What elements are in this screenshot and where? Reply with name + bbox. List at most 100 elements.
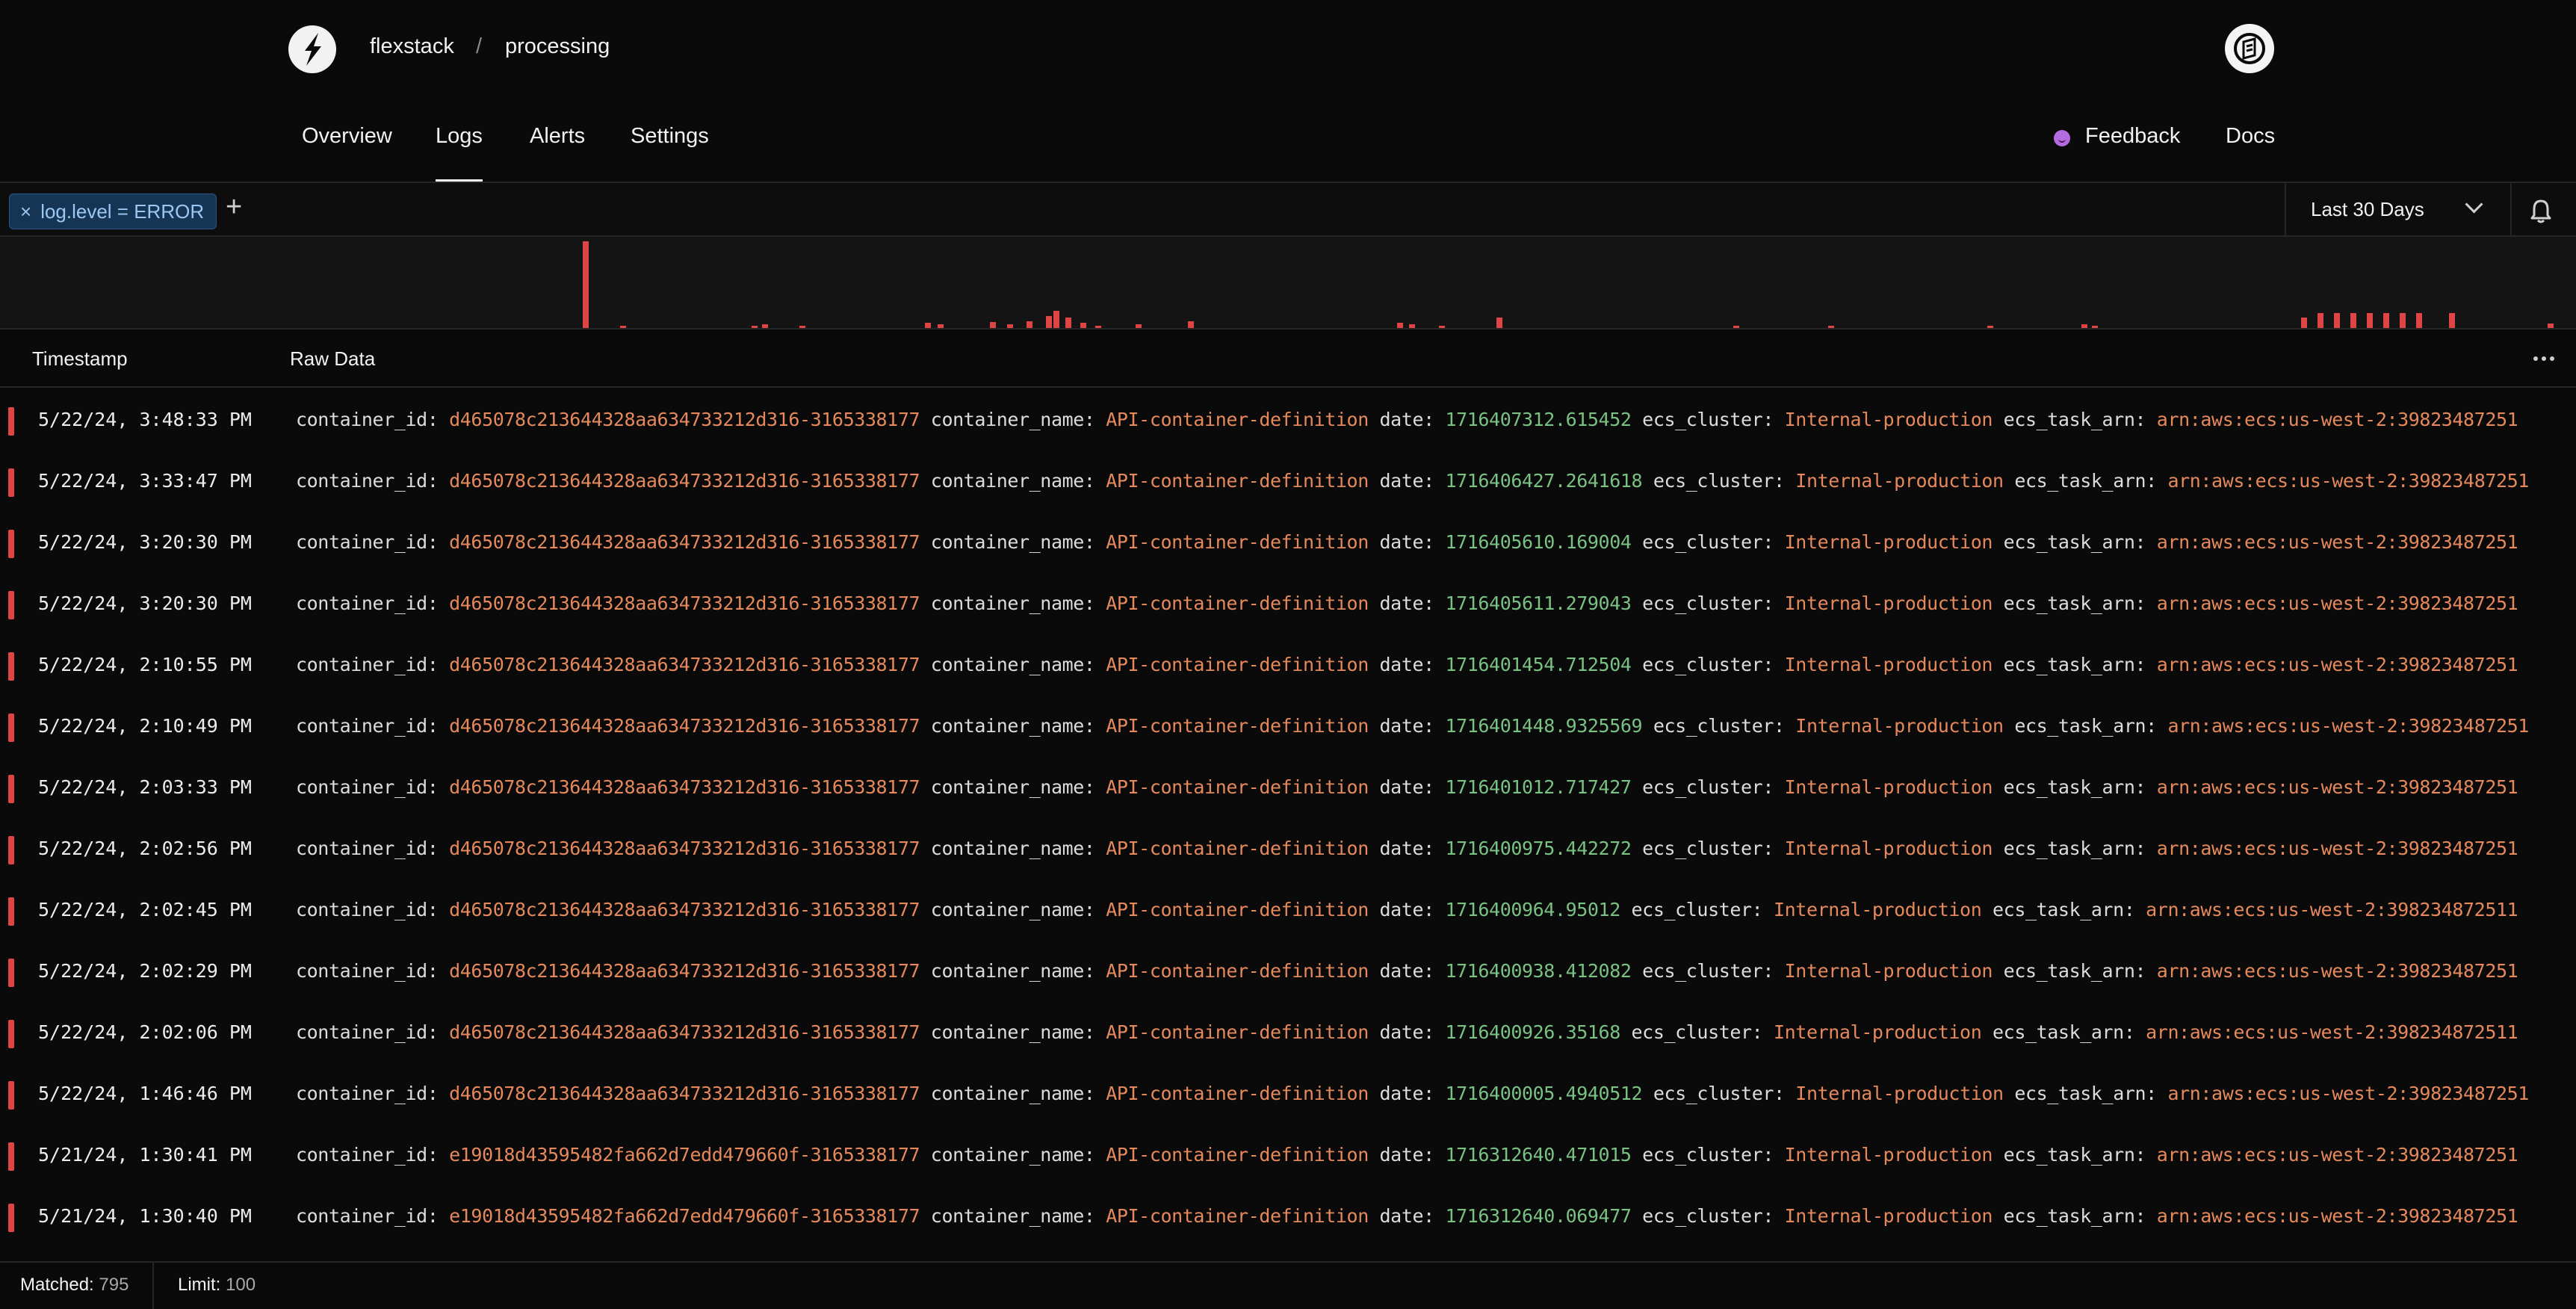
histogram-bar[interactable] — [583, 241, 589, 328]
histogram-bar[interactable] — [938, 324, 944, 328]
more-horizontal-icon[interactable] — [2533, 356, 2556, 362]
log-field-key: ecs_cluster: — [1642, 1144, 1785, 1166]
log-row[interactable]: 5/22/24, 2:02:56 PM container_id: d465078… — [0, 818, 2576, 879]
log-row[interactable]: 5/22/24, 2:10:49 PM container_id: d465078… — [0, 696, 2576, 757]
histogram-bar[interactable] — [1065, 318, 1071, 328]
tab-alerts[interactable]: Alerts — [530, 124, 585, 149]
log-field-container-name: API-container-definition — [1106, 654, 1369, 675]
log-raw-data: container_id: e19018d43595482fa662d7edd4… — [296, 1144, 2518, 1166]
histogram-bar[interactable] — [1136, 324, 1142, 328]
log-field-key: container_name: — [930, 1021, 1106, 1043]
histogram-bar[interactable] — [762, 324, 768, 328]
log-row[interactable]: 5/22/24, 2:02:45 PM container_id: d465078… — [0, 879, 2576, 941]
log-row[interactable]: 5/22/24, 2:03:33 PM container_id: d465078… — [0, 757, 2576, 818]
log-volume-histogram[interactable] — [0, 237, 2576, 329]
log-field-key: container_name: — [930, 654, 1106, 675]
log-field-container-id: d465078c213644328aa634733212d316-3165338… — [449, 838, 920, 859]
histogram-bar[interactable] — [1828, 326, 1834, 328]
user-avatar-icon[interactable] — [2225, 24, 2274, 73]
log-field-date: 1716407312.615452 — [1445, 409, 1632, 430]
log-row[interactable]: 5/21/24, 1:30:41 PM container_id: e19018d… — [0, 1124, 2576, 1186]
log-field-ecs-task-arn: arn:aws:ecs:us-west-2:398234872511 — [2146, 1021, 2518, 1043]
tab-settings[interactable]: Settings — [631, 124, 709, 149]
log-field-ecs-task-arn: arn:aws:ecs:us-west-2:39823487251 — [2156, 531, 2518, 553]
histogram-bar[interactable] — [925, 323, 931, 328]
log-row[interactable]: 5/22/24, 3:20:30 PM container_id: d465078… — [0, 512, 2576, 573]
time-range-select[interactable]: Last 30 Days — [2285, 183, 2512, 235]
breadcrumb-separator: / — [476, 34, 483, 58]
filter-chip[interactable]: × log.level = ERROR — [9, 194, 217, 229]
feedback-button[interactable]: Feedback — [2085, 124, 2180, 149]
histogram-bar[interactable] — [990, 322, 996, 328]
histogram-bar[interactable] — [2092, 326, 2098, 328]
log-row[interactable]: 5/22/24, 2:10:55 PM container_id: d465078… — [0, 634, 2576, 696]
histogram-bar[interactable] — [2318, 313, 2323, 328]
log-raw-data: container_id: d465078c213644328aa6347332… — [296, 899, 2518, 920]
table-header: Timestamp Raw Data — [0, 329, 2576, 388]
log-row[interactable]: 5/22/24, 2:02:06 PM container_id: d465078… — [0, 1002, 2576, 1063]
log-row[interactable]: 5/22/24, 1:46:46 PM container_id: d465078… — [0, 1063, 2576, 1124]
histogram-bar[interactable] — [1095, 326, 1101, 328]
histogram-bar[interactable] — [1733, 326, 1739, 328]
histogram-bar[interactable] — [2301, 318, 2307, 328]
log-row[interactable]: 5/22/24, 3:33:47 PM container_id: d465078… — [0, 451, 2576, 512]
docs-link[interactable]: Docs — [2226, 124, 2275, 149]
log-row[interactable]: 5/22/24, 3:48:33 PM container_id: d465078… — [0, 389, 2576, 451]
histogram-bar[interactable] — [1007, 324, 1013, 328]
histogram-bar[interactable] — [1046, 316, 1052, 328]
log-field-key: container_name: — [930, 838, 1106, 859]
log-level-indicator — [8, 714, 14, 742]
log-field-key: container_id: — [296, 409, 450, 430]
log-field-key: container_id: — [296, 960, 450, 982]
log-row[interactable]: 5/22/24, 3:20:30 PM container_id: d465078… — [0, 573, 2576, 634]
histogram-bar[interactable] — [2416, 313, 2422, 328]
log-field-ecs-cluster: Internal-production — [1795, 1083, 2004, 1104]
tab-overview[interactable]: Overview — [302, 124, 392, 149]
histogram-bar[interactable] — [1987, 326, 1993, 328]
histogram-bar[interactable] — [2548, 324, 2554, 328]
bell-icon[interactable] — [2525, 195, 2557, 226]
histogram-bar[interactable] — [1188, 321, 1194, 328]
log-field-container-name: API-container-definition — [1106, 531, 1369, 553]
histogram-bar[interactable] — [620, 326, 626, 328]
log-field-ecs-task-arn: arn:aws:ecs:us-west-2:39823487251 — [2167, 1083, 2529, 1104]
log-field-date: 1716401448.9325569 — [1445, 715, 1643, 737]
histogram-bar[interactable] — [1027, 321, 1032, 328]
breadcrumb-project[interactable]: processing — [505, 34, 610, 59]
histogram-bar[interactable] — [1080, 323, 1086, 328]
plus-icon[interactable]: + — [226, 193, 242, 221]
histogram-bar[interactable] — [1439, 326, 1445, 328]
histogram-bar[interactable] — [2400, 313, 2406, 328]
histogram-bar[interactable] — [1496, 318, 1502, 328]
breadcrumb-org[interactable]: flexstack — [370, 34, 454, 59]
histogram-bar[interactable] — [2350, 313, 2356, 328]
log-row[interactable]: 5/22/24, 2:02:29 PM container_id: d465078… — [0, 941, 2576, 1002]
close-icon[interactable]: × — [20, 202, 31, 221]
histogram-bar[interactable] — [1397, 323, 1403, 328]
column-header-raw-data[interactable]: Raw Data — [290, 347, 375, 371]
log-field-key: ecs_cluster: — [1631, 1021, 1774, 1043]
histogram-bar[interactable] — [752, 326, 758, 328]
log-field-key: ecs_cluster: — [1631, 899, 1774, 920]
log-field-key: date: — [1379, 1205, 1446, 1227]
histogram-bar[interactable] — [799, 326, 805, 328]
log-field-container-id: d465078c213644328aa634733212d316-3165338… — [449, 531, 920, 553]
flexstack-logo-icon[interactable] — [288, 25, 336, 73]
histogram-bar[interactable] — [2334, 313, 2340, 328]
log-field-key: ecs_task_arn: — [2003, 654, 2157, 675]
log-row[interactable]: 5/21/24, 1:30:40 PM container_id: e19018d… — [0, 1186, 2576, 1247]
column-header-timestamp[interactable]: Timestamp — [32, 347, 128, 371]
log-field-key: date: — [1379, 1144, 1446, 1166]
log-field-key: date: — [1379, 1083, 1446, 1104]
log-field-key: ecs_task_arn: — [2003, 409, 2157, 430]
histogram-bar[interactable] — [2383, 313, 2389, 328]
log-field-key: date: — [1379, 899, 1446, 920]
log-field-ecs-cluster: Internal-production — [1784, 654, 1993, 675]
histogram-bar[interactable] — [2449, 313, 2455, 328]
log-field-container-id: d465078c213644328aa634733212d316-3165338… — [449, 409, 920, 430]
histogram-bar[interactable] — [1409, 324, 1415, 328]
tab-logs[interactable]: Logs — [436, 124, 483, 149]
histogram-bar[interactable] — [1053, 311, 1059, 328]
histogram-bar[interactable] — [2081, 324, 2087, 328]
histogram-bar[interactable] — [2367, 313, 2373, 328]
